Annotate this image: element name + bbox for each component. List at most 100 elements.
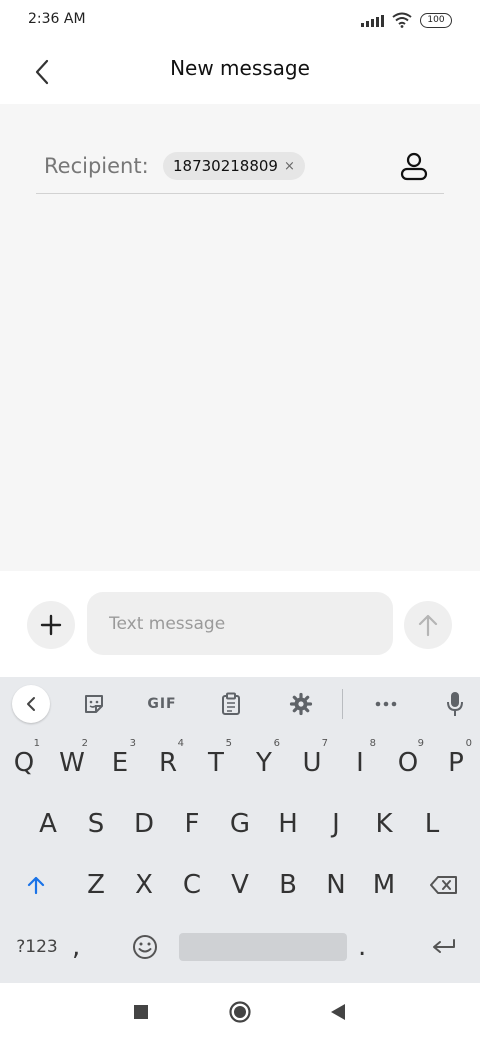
key-m[interactable]: M [360,857,408,913]
send-button[interactable] [404,601,452,649]
recipient-number: 18730218809 [173,157,278,175]
wifi-icon [392,12,412,28]
key-hint: 2 [81,738,88,749]
status-bar: 2:36 AM 100 [0,0,480,40]
battery-indicator: 100 [420,12,452,28]
keyboard: G I F Q 1 W 2 E 3 R 4 T 5 Y 6 U 7 I 8 O 9 … [0,677,480,983]
key-f[interactable]: F [168,796,216,852]
status-time: 2:36 AM [28,11,86,27]
contact-icon [400,152,428,181]
key-a[interactable]: A [24,796,72,852]
recipient-chip[interactable]: 18730218809 × [163,152,305,180]
key-hint: 0 [465,738,472,749]
key-z[interactable]: Z [72,857,120,913]
key-j[interactable]: J [312,796,360,852]
settings-button[interactable] [282,686,320,722]
add-attachment-button[interactable] [27,601,75,649]
mic-icon [447,692,463,716]
key-o[interactable]: O9 [384,735,432,791]
key-hint: 9 [417,738,424,749]
collapse-toolbar-button[interactable] [12,685,50,723]
key-t[interactable]: T5 [192,735,240,791]
key-w[interactable]: W2 [48,735,96,791]
key-k[interactable]: K [360,796,408,852]
key-label: Q [13,748,35,778]
key-hint: 8 [369,738,376,749]
backspace-icon [430,876,457,894]
key-p[interactable]: P0 [432,735,480,791]
enter-icon [433,939,455,953]
clipboard-button[interactable] [212,686,250,722]
emoji-icon [133,935,157,959]
sticker-icon [85,695,103,713]
enter-key[interactable] [408,919,480,975]
key-b[interactable]: B [264,857,312,913]
shift-icon [27,876,45,895]
plus-icon [40,614,62,636]
sticker-button[interactable] [75,686,113,722]
toolbar-divider [342,689,343,719]
key-label: O [397,748,419,778]
key-g[interactable]: G [216,796,264,852]
home-icon [229,1001,251,1023]
recents-icon [134,1005,148,1019]
composer-bar [0,571,480,677]
send-arrow-icon [418,614,438,637]
settings-icon [289,692,313,716]
key-label: R [158,748,178,778]
key-c[interactable]: C [168,857,216,913]
key-hint: 1 [33,738,40,749]
more-icon [375,701,397,707]
key-hint: 3 [129,738,136,749]
keyboard-toolbar: GIF [0,677,480,731]
recipient-label: Recipient: [44,154,149,178]
remove-recipient-icon[interactable]: × [284,159,295,174]
key-d[interactable]: D [120,796,168,852]
message-input[interactable] [87,592,393,655]
key-label: P [448,748,464,778]
system-nav-bar [0,983,480,1040]
key-q[interactable]: Q1 [0,735,48,791]
app-bar: New message [0,40,480,104]
key-label: U [302,748,322,778]
key-label: Y [256,748,272,778]
clipboard-icon [222,692,240,715]
key-v[interactable]: V [216,857,264,913]
key-x[interactable]: X [120,857,168,913]
signal-icon [361,13,384,27]
key-r[interactable]: R4 [144,735,192,791]
key-label: T [208,748,224,778]
key-label: I [356,748,364,778]
key-h[interactable]: H [264,796,312,852]
recents-button[interactable] [126,997,156,1027]
symbols-key[interactable]: ?123 [4,919,70,975]
backspace-key[interactable] [408,857,480,913]
period-key[interactable]: . [358,919,366,975]
back-nav-icon [331,1004,345,1020]
key-u[interactable]: U7 [288,735,336,791]
home-button[interactable] [225,997,255,1027]
key-n[interactable]: N [312,857,360,913]
emoji-key[interactable] [120,919,170,975]
key-label: E [111,748,129,778]
shift-key[interactable] [0,857,72,913]
key-hint: 5 [225,738,232,749]
key-hint: 4 [177,738,184,749]
key-hint: 6 [273,738,280,749]
page-title: New message [170,56,310,80]
status-icons: 100 [361,12,452,28]
more-button[interactable] [367,686,405,722]
key-hint: 7 [321,738,328,749]
gif-button[interactable]: GIF [143,686,181,722]
comma-key[interactable]: , [72,919,80,975]
chevron-left-icon [27,697,35,711]
key-i[interactable]: I8 [336,735,384,791]
key-l[interactable]: L [408,796,456,852]
key-e[interactable]: E3 [96,735,144,791]
key-y[interactable]: Y6 [240,735,288,791]
contacts-button[interactable] [396,148,432,184]
key-s[interactable]: S [72,796,120,852]
voice-input-button[interactable] [436,686,474,722]
back-nav-button[interactable] [323,997,353,1027]
space-key[interactable] [179,933,347,961]
